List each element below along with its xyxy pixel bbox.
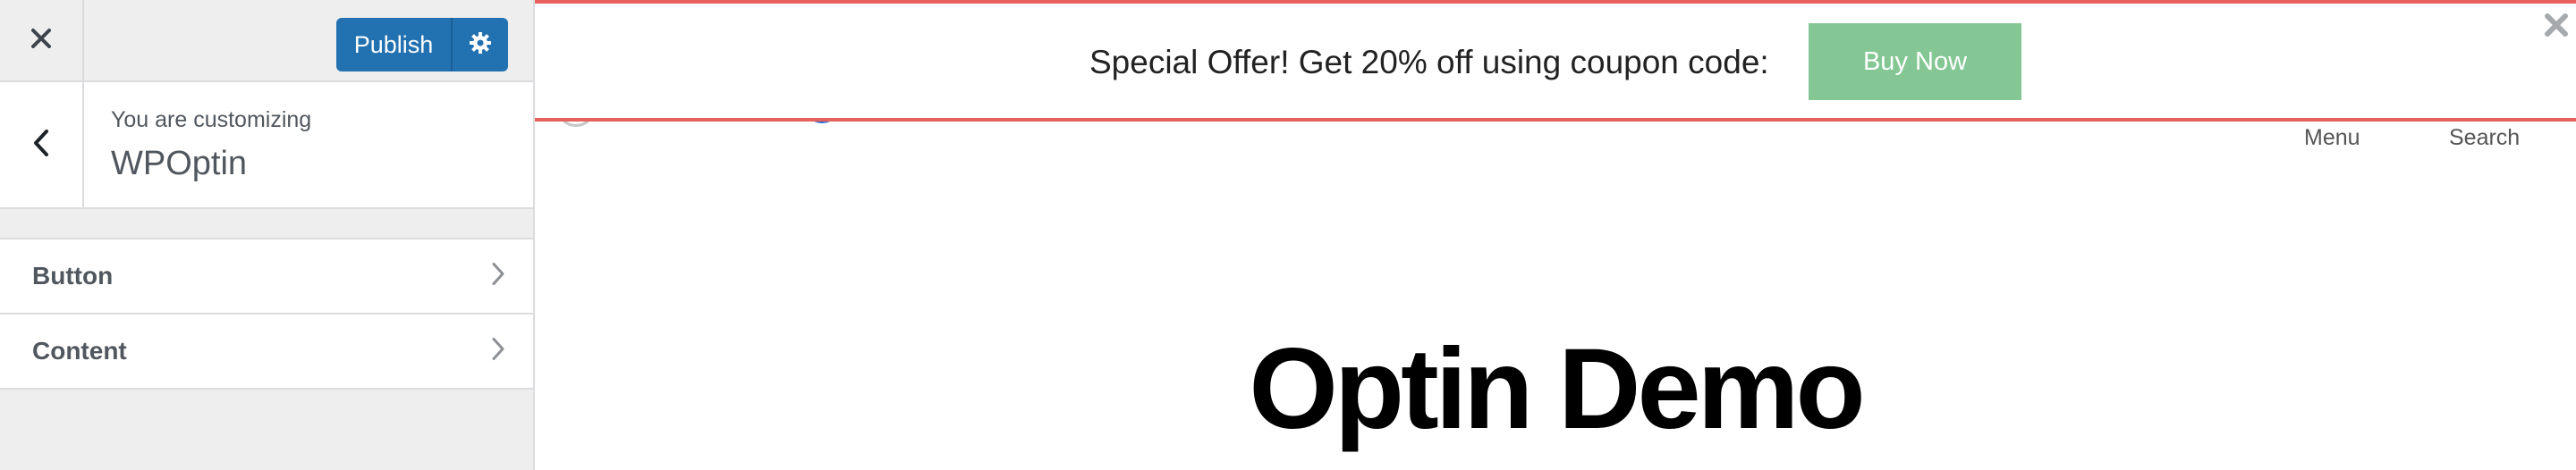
publish-settings-button[interactable] [451, 18, 508, 71]
site-title: WPOptin [111, 145, 248, 182]
optin-bar: Special Offer! Get 20% off using coupon … [535, 0, 2576, 122]
search-link[interactable]: Search [2449, 125, 2520, 151]
close-icon [2544, 13, 2569, 42]
panel-content[interactable]: Content [0, 313, 533, 390]
chevron-left-icon [31, 128, 51, 163]
offer-text: Special Offer! Get 20% off using coupon … [1089, 44, 1769, 80]
close-customizer-button[interactable] [0, 0, 84, 80]
back-button[interactable] [0, 82, 84, 207]
panel-list: Button Content [0, 238, 533, 390]
panel-label: Button [32, 262, 114, 290]
customizer-sidebar: Publish You are customizing WPOptin Butt… [0, 0, 535, 470]
panel-label: Content [32, 337, 127, 365]
chevron-right-icon [490, 261, 506, 292]
panel-button[interactable]: Button [0, 238, 533, 313]
publish-group: Publish [336, 18, 508, 71]
buy-now-button[interactable]: Buy Now [1809, 23, 2021, 100]
page-title: Optin Demo [1249, 325, 1865, 453]
close-icon [30, 27, 53, 55]
site-preview: Menu Search Optin Demo Special Offer! Ge… [535, 0, 2576, 470]
customizer-header: Publish [0, 0, 533, 82]
optin-close-button[interactable] [2540, 11, 2572, 43]
gear-icon [469, 31, 492, 59]
customizer-window: Publish You are customizing WPOptin Butt… [0, 0, 2576, 470]
chevron-right-icon [490, 336, 506, 367]
customizing-label: You are customizing [111, 107, 312, 132]
menu-link[interactable]: Menu [2304, 125, 2360, 151]
publish-button[interactable]: Publish [336, 18, 451, 71]
customizer-info: You are customizing WPOptin [0, 82, 533, 209]
